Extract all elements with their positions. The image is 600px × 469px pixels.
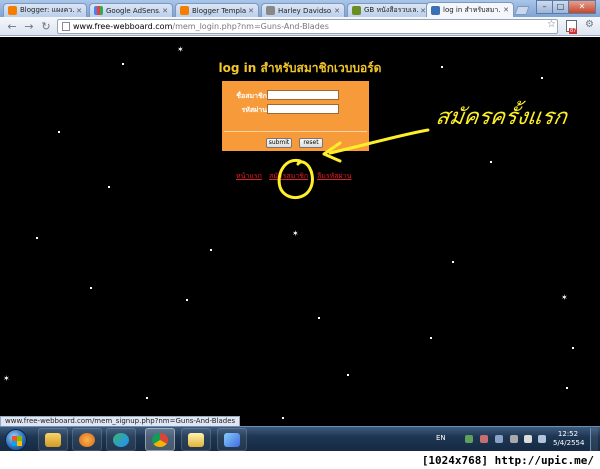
envelope-icon — [188, 432, 204, 447]
clock[interactable]: 12:52 5/4/2554 — [553, 430, 585, 448]
page-viewport: ✶ ✶ ✶ ✶ log in สำหรับสมาชิกเวบบอร์ด ชื่อ… — [0, 37, 600, 426]
show-desktop-button[interactable] — [590, 428, 598, 451]
tray-icon[interactable] — [495, 435, 503, 443]
chrome-icon[interactable] — [145, 428, 175, 451]
play-icon — [79, 432, 95, 447]
explorer-icon[interactable] — [38, 428, 68, 451]
tab-gb[interactable]: GB หนังสือรวบเล... ✕ — [347, 3, 431, 17]
paint-icon[interactable] — [217, 428, 247, 451]
close-icon[interactable]: ✕ — [503, 6, 509, 14]
page-icon — [62, 22, 70, 31]
watermark-strip: [1024x768] http://upic.me/ — [0, 451, 600, 469]
windows-logo-icon — [12, 436, 22, 446]
chat-icon[interactable] — [106, 428, 136, 451]
bookmark-star-icon[interactable]: ☆ — [547, 19, 556, 30]
close-icon[interactable]: ✕ — [76, 7, 82, 15]
annotation-arrow — [328, 128, 430, 155]
url-host: www.free-webboard.com — [73, 22, 173, 31]
palette-icon — [224, 432, 240, 447]
blogger-icon — [8, 6, 17, 15]
clock-date: 5/4/2554 — [553, 439, 585, 447]
browser-toolbar: ← → ↻ www.free-webboard.com/mem_login.ph… — [0, 17, 600, 36]
page-icon — [266, 6, 275, 15]
media-player-icon[interactable] — [72, 428, 102, 451]
close-window-button[interactable]: ✕ — [568, 0, 596, 14]
gb-icon — [352, 6, 361, 15]
annotation-drawing — [277, 128, 430, 200]
close-icon[interactable]: ✕ — [162, 7, 168, 15]
close-icon[interactable]: ✕ — [334, 7, 340, 15]
tab-strip: Blogger: แผงคว... ✕ Google AdSens... ✕ B… — [0, 0, 600, 17]
annotation-circle — [277, 158, 314, 200]
minimize-button[interactable]: – — [536, 0, 553, 14]
address-bar[interactable]: www.free-webboard.com/mem_login.php?nm=G… — [57, 19, 558, 34]
tray-icon[interactable] — [510, 435, 518, 443]
reload-button[interactable]: ↻ — [39, 20, 53, 33]
window-controls: – □ ✕ — [536, 0, 596, 14]
blogger-icon — [180, 6, 189, 15]
tab-adsense[interactable]: Google AdSens... ✕ — [89, 3, 173, 17]
url-path: /mem_login.php?nm=Guns-And-Blades — [172, 22, 329, 31]
clock-time: 12:52 — [557, 430, 579, 438]
forward-button[interactable]: → — [22, 20, 36, 33]
maximize-button[interactable]: □ — [552, 0, 569, 14]
antivirus-tray-icon[interactable] — [480, 435, 488, 443]
google-icon — [94, 6, 103, 15]
close-icon[interactable]: ✕ — [248, 7, 254, 15]
tab-label: Harley Davidso... — [278, 6, 333, 15]
new-tab-button[interactable] — [514, 6, 530, 15]
tab-label: Blogger: แผงคว... — [20, 6, 75, 14]
wrench-icon[interactable]: ⚙ — [585, 19, 594, 30]
flag-tray-icon[interactable] — [524, 435, 532, 443]
watermark: [1024x768] http://upic.me/ — [421, 454, 594, 467]
tab-login[interactable]: log in สำหรับสมา... ✕ — [426, 2, 514, 17]
browser-icon — [152, 432, 168, 447]
start-button[interactable] — [5, 429, 27, 451]
taskbar: EN 12:52 5/4/2554 — [0, 426, 600, 451]
back-button[interactable]: ← — [5, 20, 19, 33]
folder-icon — [45, 432, 61, 447]
tab-blogger-dashboard[interactable]: Blogger: แผงคว... ✕ — [3, 3, 87, 17]
language-indicator[interactable]: EN — [436, 434, 446, 442]
tab-label: GB หนังสือรวบเล... — [364, 6, 419, 14]
extension-badge: 87 — [569, 28, 578, 34]
volume-tray-icon[interactable] — [538, 435, 546, 443]
mail-icon[interactable] — [181, 428, 211, 451]
tab-label: Blogger Templa... — [192, 6, 247, 15]
tab-harley[interactable]: Harley Davidso... ✕ — [261, 3, 345, 17]
tab-blogger-template[interactable]: Blogger Templa... ✕ — [175, 3, 259, 17]
messenger-icon — [113, 432, 129, 447]
tab-label: log in สำหรับสมา... — [443, 5, 502, 14]
tab-label: Google AdSens... — [106, 6, 161, 15]
network-tray-icon[interactable] — [465, 435, 473, 443]
webboard-icon — [431, 5, 440, 15]
